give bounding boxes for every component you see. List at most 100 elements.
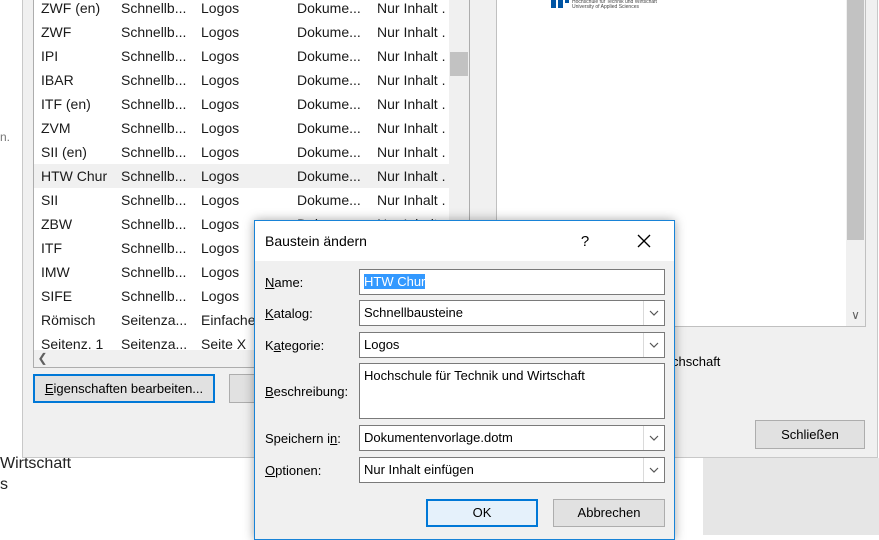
category-cell: Logos bbox=[201, 48, 240, 64]
dialog-title: Baustein ändern bbox=[265, 233, 367, 249]
gallery-cell: Schnellb... bbox=[121, 288, 187, 304]
block-name-cell: SII bbox=[41, 192, 59, 208]
scroll-left-icon[interactable]: ❮ bbox=[34, 350, 51, 367]
category-cell: Logos bbox=[201, 0, 240, 16]
preview-logo-text: Hochschule für Technik und Wirtschaft Un… bbox=[572, 0, 657, 10]
kategorie-label: Kategorie: bbox=[265, 338, 325, 353]
htw-logo-icon bbox=[551, 0, 569, 8]
preview-vertical-scrollbar[interactable] bbox=[846, 0, 865, 326]
options-value: Nur Inhalt einfügen bbox=[364, 462, 474, 477]
block-name-cell: SIFE bbox=[41, 288, 73, 304]
kategorie-select[interactable]: Logos bbox=[359, 332, 665, 358]
list-item[interactable]: ZVM Schnellb... Logos Dokume... Nur Inhalt . bbox=[34, 116, 449, 140]
options-select[interactable]: Nur Inhalt einfügen bbox=[359, 457, 665, 483]
list-item[interactable]: ITF (en) Schnellb... Logos Dokume... Nur Inh… bbox=[34, 92, 449, 116]
gallery-cell: Schnellb... bbox=[121, 72, 187, 88]
description-value: Hochschule für Technik und Wirtschaft bbox=[364, 368, 585, 383]
gallery-cell: Schnellb... bbox=[121, 96, 187, 112]
template-cell: Dokume... bbox=[297, 120, 361, 136]
category-cell: Logos bbox=[201, 144, 240, 160]
optionen-label: Optionen: bbox=[265, 463, 322, 478]
template-cell: Dokume... bbox=[297, 72, 361, 88]
gallery-cell: Schnellb... bbox=[121, 216, 187, 232]
template-cell: Dokume... bbox=[297, 96, 361, 112]
edit-properties-button[interactable]: Eigenschaften bearbeiten... bbox=[33, 374, 215, 403]
block-name-cell: ZBW bbox=[41, 216, 73, 232]
block-name-cell: IBAR bbox=[41, 72, 74, 88]
behavior-cell: Nur Inhalt . bbox=[377, 0, 446, 16]
edit-properties-label: Eigenschaften bearbeiten... bbox=[44, 381, 204, 396]
block-name-cell: ZWF bbox=[41, 24, 72, 40]
scrollbar-thumb[interactable] bbox=[450, 52, 468, 76]
block-name-cell: IPI bbox=[41, 48, 59, 64]
list-item[interactable]: SII Schnellb... Logos Dokume... Nur Inhalt . bbox=[34, 188, 449, 212]
name-value: HTW Chur bbox=[364, 274, 426, 289]
gallery-cell: Schnellb... bbox=[121, 240, 187, 256]
list-item[interactable]: SII (en) Schnellb... Logos Dokume... Nur Inh… bbox=[34, 140, 449, 164]
category-cell: Logos bbox=[201, 24, 240, 40]
name-input[interactable]: HTW Chur bbox=[359, 269, 665, 295]
list-item[interactable]: HTW Chur Schnellb... Logos Dokume... Nur Inh… bbox=[34, 164, 449, 188]
katalog-select[interactable]: Schnellbausteine bbox=[359, 300, 665, 326]
chevron-down-icon[interactable] bbox=[643, 458, 664, 482]
document-text-fragment: n. bbox=[0, 130, 11, 144]
gallery-cell: Seitenza... bbox=[121, 312, 188, 328]
ok-button[interactable]: OK bbox=[426, 499, 538, 527]
gallery-cell: Schnellb... bbox=[121, 264, 187, 280]
scrollbar-thumb[interactable] bbox=[847, 0, 864, 240]
save-in-select[interactable]: Dokumentenvorlage.dotm bbox=[359, 425, 665, 451]
list-item[interactable]: ZWF Schnellb... Logos Dokume... Nur Inhalt . bbox=[34, 20, 449, 44]
gallery-cell: Schnellb... bbox=[121, 168, 187, 184]
chevron-down-icon[interactable] bbox=[643, 333, 664, 357]
gallery-cell: Schnellb... bbox=[121, 120, 187, 136]
cancel-button[interactable]: Abbrechen bbox=[553, 499, 665, 527]
behavior-cell: Nur Inhalt . bbox=[377, 168, 446, 184]
chevron-down-icon[interactable] bbox=[643, 426, 664, 450]
list-item[interactable]: ZWF (en) Schnellb... Logos Dokume... Nur Inh… bbox=[34, 0, 449, 20]
template-cell: Dokume... bbox=[297, 48, 361, 64]
beschreibung-label: Beschreibung: bbox=[265, 384, 349, 399]
block-name-cell: IMW bbox=[41, 264, 70, 280]
close-button[interactable]: Schließen bbox=[755, 420, 865, 449]
name-label: Name: bbox=[265, 275, 304, 290]
behavior-cell: Nur Inhalt . bbox=[377, 96, 446, 112]
behavior-cell: Nur Inhalt . bbox=[377, 144, 446, 160]
katalog-label: Katalog: bbox=[265, 306, 313, 321]
kategorie-value: Logos bbox=[364, 337, 400, 352]
save-in-value: Dokumentenvorlage.dotm bbox=[364, 430, 513, 445]
list-item[interactable]: IBAR Schnellb... Logos Dokume... Nur Inhalt … bbox=[34, 68, 449, 92]
close-icon[interactable] bbox=[629, 229, 659, 253]
katalog-value: Schnellbausteine bbox=[364, 305, 464, 320]
chevron-down-icon[interactable] bbox=[643, 301, 664, 325]
category-cell: Logos bbox=[201, 120, 240, 136]
template-cell: Dokume... bbox=[297, 24, 361, 40]
help-button[interactable]: ? bbox=[571, 231, 599, 253]
gallery-cell: Schnellb... bbox=[121, 144, 187, 160]
document-margin-area bbox=[703, 458, 879, 535]
template-cell: Dokume... bbox=[297, 192, 361, 208]
block-name-cell: Römisch bbox=[41, 312, 96, 328]
category-cell: Logos bbox=[201, 192, 240, 208]
block-name-cell: ZVM bbox=[41, 120, 71, 136]
gallery-cell: Schnellb... bbox=[121, 192, 187, 208]
category-cell: Logos bbox=[201, 96, 240, 112]
gallery-cell: Schnellb... bbox=[121, 48, 187, 64]
document-text-line: s bbox=[0, 476, 8, 493]
block-name-cell: SII (en) bbox=[41, 144, 87, 160]
block-description-text: chschaft bbox=[672, 354, 721, 369]
description-textarea[interactable]: Hochschule für Technik und Wirtschaft bbox=[359, 363, 665, 419]
behavior-cell: Nur Inhalt . bbox=[377, 72, 446, 88]
template-cell: Dokume... bbox=[297, 0, 361, 16]
cancel-label: Abbrechen bbox=[577, 505, 641, 520]
block-name-cell: ITF bbox=[41, 240, 62, 256]
category-cell: Logos bbox=[201, 168, 240, 184]
list-item[interactable]: IPI Schnellb... Logos Dokume... Nur Inhalt . bbox=[34, 44, 449, 68]
category-cell: Logos bbox=[201, 72, 240, 88]
template-cell: Dokume... bbox=[297, 144, 361, 160]
ok-label: OK bbox=[472, 505, 492, 520]
template-cell: Dokume... bbox=[297, 168, 361, 184]
behavior-cell: Nur Inhalt . bbox=[377, 192, 446, 208]
gallery-cell: Schnellb... bbox=[121, 0, 187, 16]
close-label: Schließen bbox=[781, 427, 839, 442]
chevron-down-icon[interactable]: ∨ bbox=[846, 306, 865, 324]
